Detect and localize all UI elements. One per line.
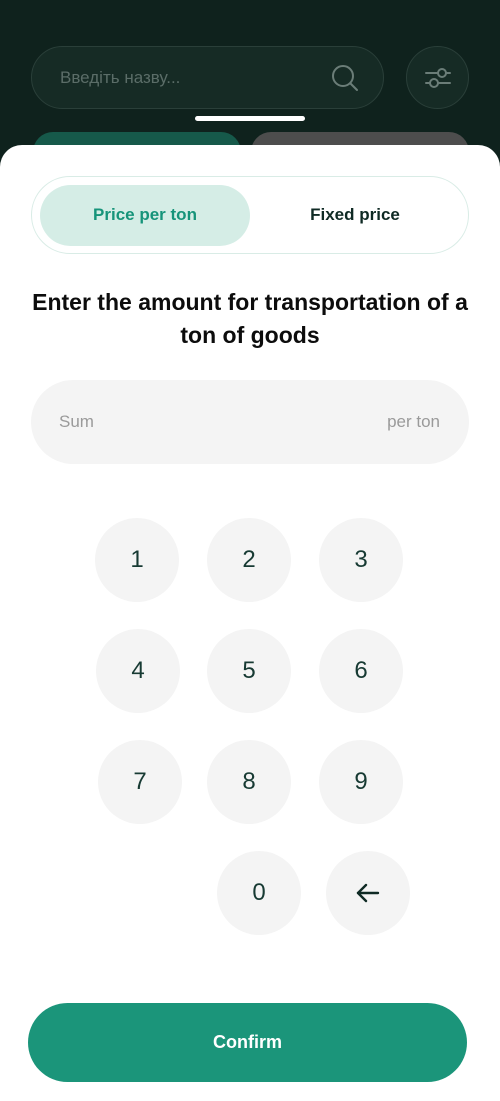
price-bottom-sheet: Price per ton Fixed price Enter the amou…: [0, 145, 500, 1101]
keypad-key-5[interactable]: 5: [207, 629, 291, 713]
sum-input[interactable]: Sum per ton: [31, 380, 469, 464]
keypad-key-6[interactable]: 6: [319, 629, 403, 713]
arrow-left-icon: [356, 883, 380, 903]
background-search-placeholder: Введіть назву...: [60, 67, 181, 87]
keypad-key-7[interactable]: 7: [98, 740, 182, 824]
tab-fixed-price[interactable]: Fixed price: [250, 185, 460, 246]
keypad-key-0[interactable]: 0: [217, 851, 301, 935]
sum-unit-label: per ton: [387, 412, 440, 431]
keypad-key-1[interactable]: 1: [95, 518, 179, 602]
sum-placeholder: Sum: [59, 412, 94, 431]
backspace-button[interactable]: [326, 851, 410, 935]
search-icon: [332, 65, 358, 91]
keypad-key-3[interactable]: 3: [319, 518, 403, 602]
background-search-input: Введіть назву...: [31, 46, 384, 109]
sheet-grabber[interactable]: [195, 116, 305, 121]
tab-price-per-ton[interactable]: Price per ton: [40, 184, 250, 246]
confirm-button[interactable]: Confirm: [28, 1003, 467, 1082]
price-type-toggle: Price per ton Fixed price: [31, 176, 469, 254]
sheet-title: Enter the amount for transportation of a…: [32, 289, 468, 348]
keypad-key-4[interactable]: 4: [96, 629, 180, 713]
background-filter-button: [406, 46, 469, 109]
keypad-key-2[interactable]: 2: [207, 518, 291, 602]
keypad-key-9[interactable]: 9: [319, 740, 403, 824]
keypad-key-8[interactable]: 8: [207, 740, 291, 824]
filter-icon: [424, 67, 451, 88]
